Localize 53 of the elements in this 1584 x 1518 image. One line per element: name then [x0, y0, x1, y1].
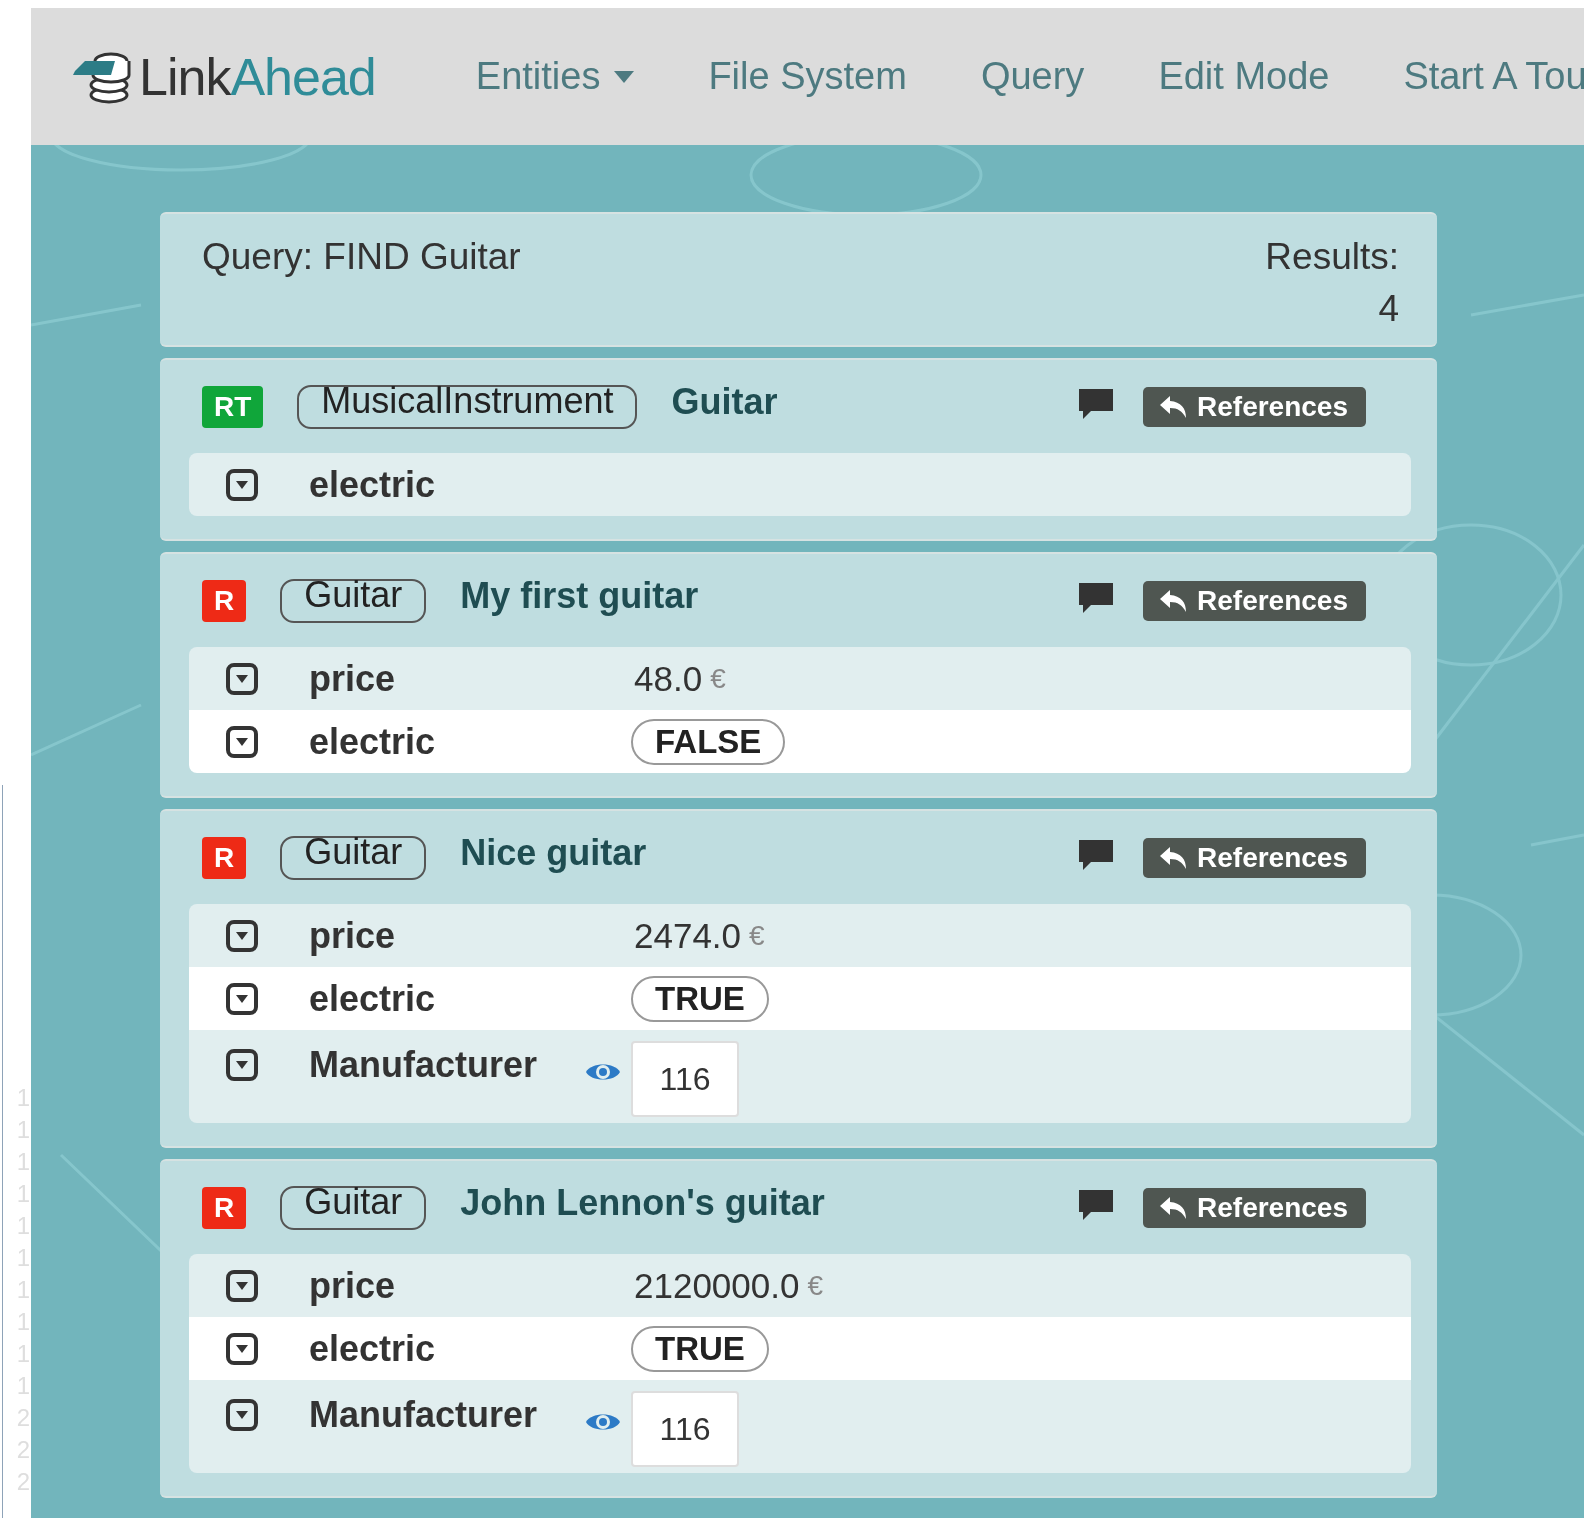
- parent-tag[interactable]: Guitar: [280, 835, 427, 880]
- reply-icon: [1159, 394, 1187, 419]
- expand-icon[interactable]: [225, 724, 259, 759]
- reference-value[interactable]: 116: [631, 1041, 739, 1117]
- references-button[interactable]: References: [1143, 1187, 1366, 1228]
- property-value: 2474.0: [634, 915, 742, 956]
- unit-label: €: [807, 1269, 824, 1302]
- reference-value[interactable]: 116: [631, 1391, 739, 1467]
- parent-tag[interactable]: Guitar: [280, 578, 427, 623]
- property-name: Manufacturer: [309, 1394, 539, 1436]
- boolean-value: TRUE: [631, 1325, 769, 1372]
- boolean-value: TRUE: [631, 975, 769, 1022]
- boolean-value: FALSE: [631, 718, 786, 765]
- expand-icon[interactable]: [225, 1331, 259, 1366]
- role-badge: RT: [202, 385, 264, 428]
- property-name: price: [309, 1264, 397, 1307]
- property-name: electric: [309, 720, 437, 763]
- property-name: Manufacturer: [309, 1044, 539, 1086]
- property-name: electric: [309, 1327, 437, 1370]
- references-button[interactable]: References: [1143, 386, 1366, 427]
- entity-name: Guitar: [671, 380, 779, 423]
- role-badge: R: [202, 1186, 247, 1229]
- expand-icon[interactable]: [225, 1398, 259, 1432]
- unit-label: €: [710, 662, 726, 695]
- expand-icon[interactable]: [225, 661, 259, 696]
- expand-icon[interactable]: [225, 918, 259, 953]
- expand-icon[interactable]: [225, 981, 259, 1016]
- property-value: 48.0: [634, 658, 703, 699]
- property-name: electric: [309, 977, 437, 1020]
- parent-tag[interactable]: MusicalInstrument: [297, 384, 638, 429]
- entity-name: My first guitar: [460, 574, 700, 617]
- reply-icon: [1159, 1195, 1187, 1220]
- parent-tag[interactable]: Guitar: [280, 1185, 427, 1230]
- entity-name: John Lennon's guitar: [460, 1181, 826, 1224]
- unit-label: €: [749, 919, 765, 952]
- query-text: Query: FIND Guitar: [202, 236, 521, 279]
- expand-icon[interactable]: [225, 467, 259, 502]
- entity-name: Nice guitar: [460, 831, 648, 874]
- property-name: price: [309, 657, 397, 700]
- expand-icon[interactable]: [225, 1268, 259, 1303]
- role-badge: R: [202, 836, 247, 879]
- property-name: price: [309, 914, 397, 957]
- references-button[interactable]: References: [1143, 580, 1366, 621]
- property-value: 2120000.0: [634, 1265, 800, 1306]
- expand-icon[interactable]: [225, 1048, 259, 1082]
- brand-name[interactable]: LinkAhead: [139, 46, 376, 107]
- references-button[interactable]: References: [1143, 837, 1366, 878]
- results-label: Results:: [1265, 236, 1399, 278]
- reply-icon: [1159, 588, 1187, 613]
- role-badge: R: [202, 579, 247, 622]
- results-count: 4: [1378, 288, 1399, 330]
- reply-icon: [1159, 845, 1187, 870]
- property-name: electric: [309, 463, 437, 506]
